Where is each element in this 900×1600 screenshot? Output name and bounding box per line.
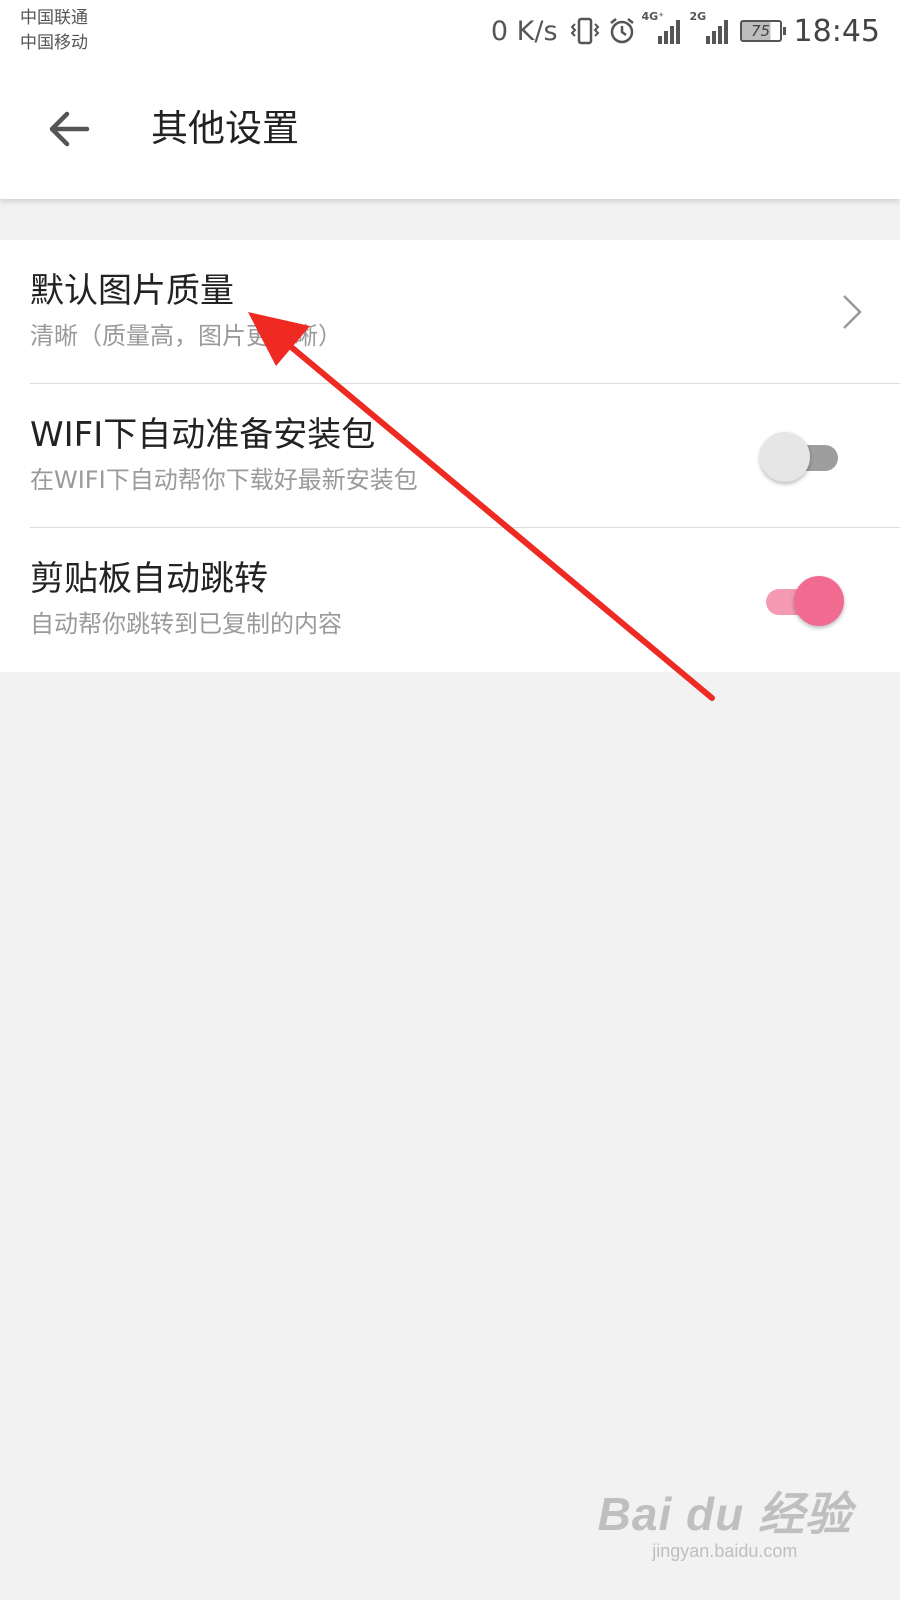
arrow-left-icon — [49, 111, 90, 147]
signal-2g-icon: 2G — [690, 10, 732, 46]
toggle-knob — [794, 576, 844, 626]
signal-4g-icon: 4G⁺ — [642, 10, 684, 46]
toggle-knob — [760, 432, 810, 482]
battery-icon: 75 — [739, 20, 786, 42]
alarm-icon — [608, 17, 636, 45]
settings-list: 默认图片质量 清晰（质量高，图片更清晰） WIFI下自动准备安装包 在WIFI下… — [0, 240, 900, 672]
setting-subtitle: 自动帮你跳转到已复制的内容 — [30, 610, 342, 638]
wifi-auto-download-toggle[interactable] — [760, 432, 844, 482]
baidu-watermark: Bai du 经验 jingyan.baidu.com — [598, 1488, 852, 1562]
status-time: 18:45 — [793, 13, 880, 49]
setting-title: WIFI下自动准备安装包 — [30, 415, 376, 455]
setting-clipboard-jump[interactable]: 剪贴板自动跳转 自动帮你跳转到已复制的内容 — [0, 528, 900, 672]
carrier-2-label: 中国移动 — [20, 33, 88, 53]
sim2-network-type: 2G — [689, 10, 707, 23]
app-bar: 其他设置 — [0, 62, 900, 199]
setting-title: 剪贴板自动跳转 — [30, 559, 268, 599]
status-icons: 0 K/s 4G⁺ 2G 75 18:45 — [490, 10, 880, 50]
battery-level: 75 — [750, 22, 771, 40]
clipboard-jump-toggle[interactable] — [760, 576, 844, 626]
watermark-logo: Bai du 经验 — [597, 1488, 852, 1540]
setting-title: 默认图片质量 — [30, 271, 234, 311]
setting-wifi-auto-download[interactable]: WIFI下自动准备安装包 在WIFI下自动帮你下载好最新安装包 — [0, 384, 900, 528]
setting-subtitle: 清晰（质量高，图片更清晰） — [30, 322, 342, 350]
status-bar: 中国联通 中国移动 0 K/s 4G⁺ 2G 75 18:45 — [0, 0, 900, 62]
setting-image-quality[interactable]: 默认图片质量 清晰（质量高，图片更清晰） — [0, 240, 900, 384]
carrier-1-label: 中国联通 — [20, 8, 88, 28]
sim1-network-type: 4G⁺ — [641, 10, 665, 23]
setting-subtitle: 在WIFI下自动帮你下载好最新安装包 — [30, 466, 418, 494]
chevron-right-icon — [843, 295, 862, 329]
vibrate-icon — [570, 17, 600, 45]
carrier-labels: 中国联通 中国移动 — [20, 6, 88, 56]
back-button[interactable] — [38, 98, 100, 160]
network-speed: 0 K/s — [490, 15, 558, 47]
watermark-url: jingyan.baidu.com — [652, 1541, 798, 1561]
page-title: 其他设置 — [151, 107, 299, 150]
